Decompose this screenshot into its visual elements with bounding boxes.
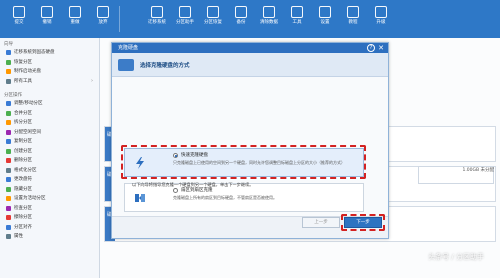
discard-button[interactable]: 放弃: [90, 4, 116, 34]
sidebar-item-boot-disc[interactable]: 制作启动光盘: [0, 67, 99, 77]
check-icon: [6, 205, 11, 211]
sidebar-item-check[interactable]: 检查分区: [0, 204, 99, 214]
migrate-icon: [151, 6, 163, 18]
allocate-icon: [6, 129, 11, 135]
migrate-os-button[interactable]: 迁移系统: [144, 4, 170, 34]
properties-icon: [6, 234, 11, 240]
sector-icon: [135, 194, 145, 202]
backup-icon: [235, 6, 247, 18]
tools-icon: [6, 78, 11, 84]
undo-icon: [41, 6, 53, 18]
sidebar-item-align[interactable]: 分区对齐: [0, 223, 99, 233]
wipe-icon: [6, 215, 11, 221]
option-description: 克隆磁盘上所有的扇区到目标硬盘，不管扇区是否被使用。: [173, 195, 277, 200]
check-icon: [13, 6, 25, 18]
align-icon: [6, 224, 11, 230]
sidebar-item-resize[interactable]: 调整/移动分区: [0, 99, 99, 109]
sidebar-section-title: 分区操作: [4, 93, 22, 98]
sidebar-item-set-active[interactable]: 设置为活动分区: [0, 194, 99, 204]
toolbar-ribbon: 提交 撤销 重做 放弃 迁移系统 分区助手 分区恢复 备份 清除数据 工具 设置…: [0, 0, 500, 38]
active-icon: [6, 196, 11, 202]
back-button[interactable]: 上一步: [302, 217, 340, 228]
recovery-icon: [6, 59, 11, 65]
create-icon: [6, 148, 11, 154]
highlight-outline: [341, 214, 385, 231]
sidebar-item-split[interactable]: 拆分分区: [0, 118, 99, 128]
help-icon[interactable]: ?: [367, 44, 375, 52]
sidebar-item-allocate[interactable]: 分配空闲空间: [0, 128, 99, 138]
sidebar-item-migrate-ssd[interactable]: 迁移系统到固态硬盘: [0, 48, 99, 58]
redo-button[interactable]: 重做: [62, 4, 88, 34]
sidebar-item-hide[interactable]: 隐藏分区: [0, 185, 99, 195]
settings-button[interactable]: 设置: [312, 4, 338, 34]
partition-wizard-button[interactable]: 分区助手: [172, 4, 198, 34]
sidebar-item-all-tools[interactable]: 所有工具 ›: [0, 77, 99, 87]
backup-button[interactable]: 备份: [228, 4, 254, 34]
hide-icon: [6, 186, 11, 192]
highlight-outline: [121, 145, 366, 179]
sidebar-item-properties[interactable]: 属性: [0, 232, 99, 242]
tools-button[interactable]: 工具: [284, 4, 310, 34]
sidebar-section-title: 向导: [4, 42, 13, 47]
close-button[interactable]: ✕: [377, 43, 385, 53]
delete-icon: [6, 158, 11, 164]
tools-icon: [291, 6, 303, 18]
recovery-icon: [207, 6, 219, 18]
sidebar-item-merge[interactable]: 合并分区: [0, 109, 99, 119]
upgrade-icon: [375, 6, 387, 18]
book-icon: [347, 6, 359, 18]
dialog-heading: 选择克隆硬盘的方式: [140, 63, 190, 69]
instruction-note: 以下向导将指导您克隆一个硬盘到另一个硬盘，单击下一步继续。: [132, 182, 254, 187]
discard-icon: [97, 6, 109, 18]
gear-icon: [319, 6, 331, 18]
unallocated-label: 1.00GB 未分配: [462, 168, 494, 173]
ribbon-divider: [119, 6, 120, 32]
disc-icon: [6, 69, 11, 75]
wipe-icon: [263, 6, 275, 18]
resize-icon: [6, 101, 11, 107]
merge-icon: [6, 110, 11, 116]
redo-icon: [69, 6, 81, 18]
chevron-right-icon: ›: [91, 77, 93, 84]
dialog-header: 选择克隆硬盘的方式: [112, 53, 388, 77]
sidebar-item-wipe[interactable]: 擦除分区: [0, 213, 99, 223]
dialog-title: 克隆硬盘: [112, 43, 388, 53]
disk-clone-icon: [118, 59, 134, 71]
sidebar-item-delete[interactable]: 删除分区: [0, 156, 99, 166]
partition-icon: [179, 6, 191, 18]
sector-clone-radio[interactable]: [173, 188, 178, 193]
wipe-data-button[interactable]: 清除数据: [256, 4, 282, 34]
watermark: 头条号 / 分区助手: [428, 253, 484, 261]
tutorial-button[interactable]: 教程: [340, 4, 366, 34]
sidebar-item-recover-partition[interactable]: 恢复分区: [0, 58, 99, 68]
split-icon: [6, 120, 11, 126]
drive-letter-icon: [6, 177, 11, 183]
format-icon: [6, 167, 11, 173]
undo-button[interactable]: 撤销: [34, 4, 60, 34]
sidebar: 向导 迁移系统到固态硬盘 恢复分区 制作启动光盘 所有工具 › 分区操作 调整/移…: [0, 38, 100, 278]
upgrade-button[interactable]: 升级: [368, 4, 394, 34]
sidebar-item-create[interactable]: 创建分区: [0, 147, 99, 157]
sidebar-item-drive-letter[interactable]: 更改盘符: [0, 175, 99, 185]
sidebar-item-format[interactable]: 格式化分区: [0, 166, 99, 176]
clone-disk-dialog: 克隆硬盘 ? ✕ 选择克隆硬盘的方式 快速克隆硬盘 只克隆磁盘上已使用的空间到另…: [111, 42, 389, 239]
sidebar-item-copy[interactable]: 复制分区: [0, 137, 99, 147]
migrate-icon: [6, 50, 11, 56]
partition-recovery-button[interactable]: 分区恢复: [200, 4, 226, 34]
commit-button[interactable]: 提交: [6, 4, 32, 34]
copy-icon: [6, 139, 11, 145]
